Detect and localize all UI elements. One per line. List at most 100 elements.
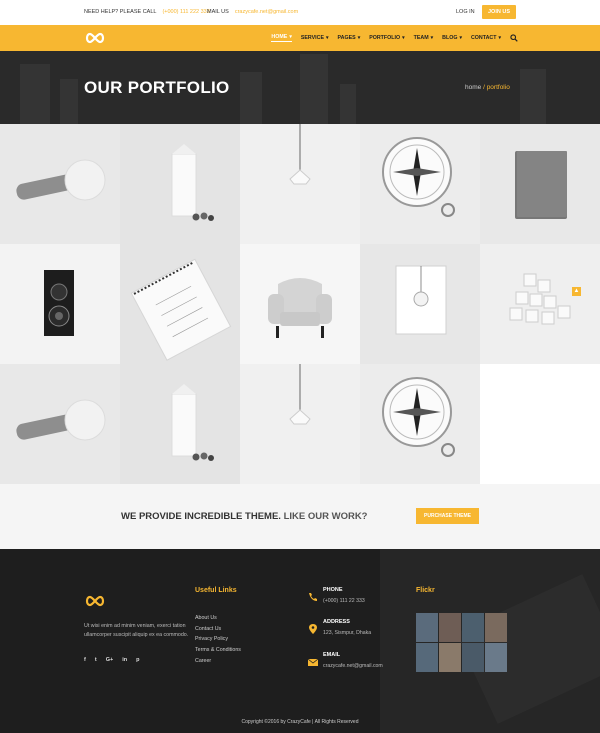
chevron-down-icon: ▾ xyxy=(289,34,292,40)
microphone-image xyxy=(0,364,120,484)
breadcrumb-current: portfolio xyxy=(486,84,510,91)
portfolio-item-pendant-lamp[interactable] xyxy=(240,124,360,244)
portfolio-empty-cell xyxy=(480,364,600,484)
social-links: f t G+ in p xyxy=(84,657,139,663)
chevron-down-icon: ▾ xyxy=(357,35,361,41)
login-link[interactable]: LOG IN xyxy=(456,9,475,15)
portfolio-grid xyxy=(0,124,600,484)
flickr-photo[interactable] xyxy=(439,613,461,642)
useful-links-heading: Useful Links xyxy=(195,587,237,594)
flickr-photo[interactable] xyxy=(439,643,461,672)
footer: Ut wisi enim ad minim veniam, exerci tat… xyxy=(0,549,600,733)
nav-item-label: SERVICE xyxy=(300,35,325,41)
notebook-image xyxy=(480,124,600,244)
portfolio-item-cubes[interactable] xyxy=(480,244,600,364)
facebook-icon[interactable]: f xyxy=(84,657,86,663)
nav-item-blog[interactable]: BLOG ▾ xyxy=(442,35,462,41)
nav-item-portfolio[interactable]: PORTFOLIO ▾ xyxy=(369,35,404,41)
phone-icon xyxy=(309,593,317,601)
chevron-down-icon: ▾ xyxy=(402,35,405,41)
top-bar: NEED HELP? PLEASE CALL (+000) 111 222 333… xyxy=(0,0,600,25)
nav-item-label: PAGES xyxy=(337,35,356,41)
camera-image xyxy=(0,244,120,364)
footer-about-text: Ut wisi enim ad minim veniam, exerci tat… xyxy=(84,623,189,638)
nav-item-service[interactable]: SERVICE ▾ xyxy=(301,35,329,41)
phone-value: (+000) 111 22 333 xyxy=(323,598,365,604)
mail-label: MAIL US xyxy=(207,9,229,15)
chevron-down-icon: ▾ xyxy=(498,35,501,41)
cta-message-bold: WE PROVIDE INCREDIBLE THEME. xyxy=(121,511,281,522)
portfolio-item-armchair[interactable] xyxy=(240,244,360,364)
email-label: EMAIL xyxy=(323,652,341,658)
portfolio-item-light-bulb-frame[interactable] xyxy=(360,244,480,364)
footer-link-contact[interactable]: Contact Us xyxy=(195,626,241,637)
logo-infinity-icon[interactable] xyxy=(84,31,106,45)
portfolio-item-microphone[interactable] xyxy=(0,364,120,484)
cubes-image xyxy=(480,244,600,364)
flickr-photo[interactable] xyxy=(416,613,438,642)
pendant-lamp-image xyxy=(240,124,360,244)
flickr-photo[interactable] xyxy=(485,613,507,642)
help-label: NEED HELP? PLEASE CALL xyxy=(84,9,157,15)
chevron-down-icon: ▾ xyxy=(326,35,329,41)
portfolio-item-camera[interactable] xyxy=(0,244,120,364)
flickr-gallery xyxy=(416,613,508,672)
nav-item-label: HOME xyxy=(271,34,288,40)
address-label: ADDRESS xyxy=(323,619,350,625)
breadcrumb: home / portfolio xyxy=(465,84,510,91)
join-button[interactable]: JOIN US xyxy=(482,5,516,19)
footer-link-about[interactable]: About Us xyxy=(195,615,241,626)
skyline-building xyxy=(20,64,50,124)
cta-message: WE PROVIDE INCREDIBLE THEME. LIKE OUR WO… xyxy=(121,511,368,522)
footer-link-terms[interactable]: Terms & Conditions xyxy=(195,647,241,658)
help-phone[interactable]: (+000) 111 222 333 xyxy=(162,9,209,15)
skyline-building xyxy=(60,79,78,124)
portfolio-item-milk-carton[interactable] xyxy=(120,124,240,244)
flickr-heading: Flickr xyxy=(416,587,435,594)
page-header-banner: OUR PORTFOLIO home / portfolio xyxy=(0,51,600,124)
flickr-photo[interactable] xyxy=(416,643,438,672)
nav-item-contact[interactable]: CONTACT ▾ xyxy=(471,35,501,41)
nav-item-pages[interactable]: PAGES ▾ xyxy=(338,35,361,41)
nav-item-home[interactable]: HOME ▾ xyxy=(271,34,292,42)
purchase-theme-button[interactable]: PURCHASE THEME xyxy=(416,508,479,524)
footer-logo-infinity-icon[interactable] xyxy=(84,594,106,608)
footer-link-privacy[interactable]: Privacy Policy xyxy=(195,636,241,647)
portfolio-item-microphone[interactable] xyxy=(0,124,120,244)
flickr-photo[interactable] xyxy=(485,643,507,672)
portfolio-item-pendant-lamp[interactable] xyxy=(240,364,360,484)
skyline-building xyxy=(240,72,262,124)
flickr-photo[interactable] xyxy=(462,613,484,642)
nav-item-team[interactable]: TEAM ▾ xyxy=(414,35,434,41)
pendant-lamp-image xyxy=(240,364,360,484)
google-plus-icon[interactable]: G+ xyxy=(106,657,114,663)
twitter-icon[interactable]: t xyxy=(95,657,97,663)
mail-link[interactable]: crazycafe.net@gmail.com xyxy=(235,9,298,15)
flickr-photo[interactable] xyxy=(462,643,484,672)
email-value[interactable]: crazycafe.net@gmail.com xyxy=(323,663,383,669)
portfolio-item-milk-carton[interactable] xyxy=(120,364,240,484)
useful-links-list: About Us Contact Us Privacy Policy Terms… xyxy=(195,615,241,668)
nav-item-label: CONTACT xyxy=(470,35,497,41)
scroll-to-top-button[interactable]: ▲ xyxy=(572,287,581,296)
nav-item-label: BLOG xyxy=(442,35,458,41)
footer-link-career[interactable]: Career xyxy=(195,658,241,669)
address-value: 123, Sismpur, Dhaka xyxy=(323,630,372,636)
page-title: OUR PORTFOLIO xyxy=(84,78,230,97)
breadcrumb-home[interactable]: home xyxy=(465,84,481,91)
call-to-action: WE PROVIDE INCREDIBLE THEME. LIKE OUR WO… xyxy=(0,484,600,549)
portfolio-item-notebook[interactable] xyxy=(480,124,600,244)
skyline-building xyxy=(520,69,546,124)
search-icon[interactable] xyxy=(510,34,518,42)
portfolio-item-compass[interactable] xyxy=(360,364,480,484)
portfolio-item-compass[interactable] xyxy=(360,124,480,244)
milk-carton-image xyxy=(120,124,240,244)
portfolio-item-sketchbook[interactable] xyxy=(120,244,240,364)
copyright: Copyright ©2016 by CrazyCafe | All Right… xyxy=(241,719,359,725)
linkedin-icon[interactable]: in xyxy=(122,657,127,663)
nav-item-label: TEAM xyxy=(413,35,429,41)
skyline-building xyxy=(300,54,328,124)
light-bulb-frame-image xyxy=(360,244,480,364)
help-line: NEED HELP? PLEASE CALL (+000) 111 222 333 xyxy=(84,9,210,15)
pinterest-icon[interactable]: p xyxy=(136,657,139,663)
